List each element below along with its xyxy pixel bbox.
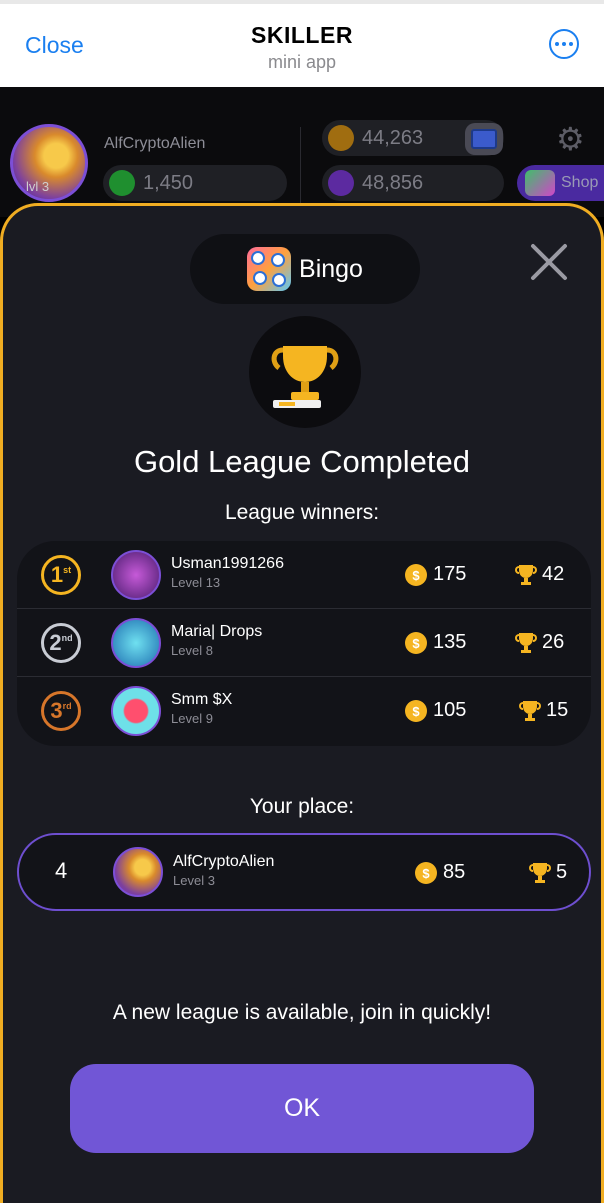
green-gem-icon [109,170,135,196]
trophy-value: 5 [556,861,568,883]
player-level: Level 3 [173,873,215,888]
telegram-header: Close SKILLER mini app [0,0,604,87]
gear-icon[interactable]: ⚙ [556,123,585,155]
green-balance: 1,450 [103,165,287,201]
player-name: Maria| Drops [171,623,263,640]
avatar [113,847,163,897]
rank-badge: 2nd [41,623,81,663]
league-notice: A new league is available, join in quick… [112,1001,492,1024]
wallet-icon[interactable] [465,123,503,155]
avatar [111,618,161,668]
player-level: Level 9 [171,711,213,726]
rank-badge: 3rd [41,691,81,731]
trophy-value: 42 [542,563,565,585]
trophy-icon [529,863,551,883]
player-name: Usman1991266 [171,555,284,572]
coin-icon: $ [405,564,427,586]
sheet-grabber [0,0,604,4]
winner-row: 1st Usman1991266 Level 13 $ 175 42 [17,541,591,609]
user-level-badge: lvl 3 [26,179,50,194]
winners-list: 1st Usman1991266 Level 13 $ 175 42 2nd M… [17,541,591,746]
game-name: Bingo [299,254,363,283]
player-name: Smm $X [171,691,233,708]
gold-coin-icon [328,125,354,151]
game-top-bar: lvl 3 AlfCryptoAlien 1,450 44,263 ⚙ 48,8… [0,87,604,217]
coin-icon: $ [415,862,437,884]
avatar [111,686,161,736]
trophy-icon [515,633,537,653]
player-level: Level 8 [171,643,213,658]
player-level: Level 13 [171,575,221,590]
coin-icon: $ [405,700,427,722]
your-place-row: 4 AlfCryptoAlien Level 3 $ 85 5 [17,833,591,911]
player-name: AlfCryptoAlien [173,853,275,870]
close-icon[interactable] [527,240,571,284]
coin-value: 135 [433,631,467,653]
trophy-icon [271,346,339,408]
user-name: AlfCryptoAlien [104,135,206,152]
trophy-value: 26 [542,631,565,653]
gift-icon [525,170,555,196]
coin-value: 175 [433,563,467,585]
ok-button[interactable]: OK [70,1064,534,1153]
app-subtitle: mini app [267,52,337,72]
winners-label: League winners: [224,501,380,524]
rank-badge: 1st [41,555,81,595]
bingo-icon [247,247,292,291]
shop-button[interactable]: Shop [517,165,604,201]
coin-value: 85 [443,861,466,883]
your-place-label: Your place: [249,795,355,818]
coin-icon: $ [405,632,427,654]
winner-row: 2nd Maria| Drops Level 8 $ 135 26 [17,609,591,677]
more-options-icon[interactable] [549,29,579,59]
app-title: SKILLER [251,22,353,48]
avatar [111,550,161,600]
winner-row: 3rd Smm $X Level 9 $ 105 15 [17,677,591,745]
game-chip: Bingo [190,234,420,304]
trophy-icon [515,565,537,585]
league-title: Gold League Completed [133,444,471,479]
trophy-value: 15 [546,699,569,721]
purple-gem-icon [328,170,354,196]
your-rank: 4 [55,858,68,883]
purple-balance: 48,856 [322,165,504,201]
coin-value: 105 [433,699,467,721]
divider [300,127,301,207]
trophy-badge [249,316,361,428]
trophy-icon [519,701,541,721]
league-result-modal: Bingo Gold League Completed League winne… [0,203,604,1203]
